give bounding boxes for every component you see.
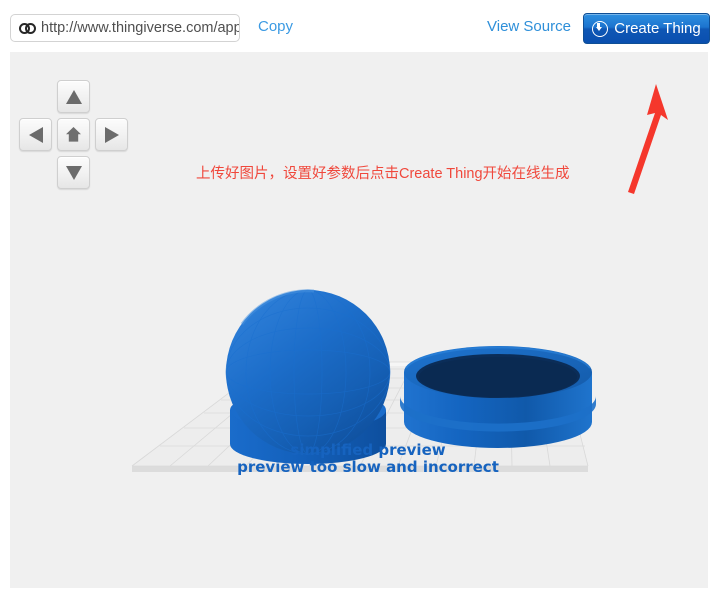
download-circle-icon [592,20,609,37]
triangle-down-icon [66,166,82,180]
sphere-on-cylinder-base [225,289,391,464]
instruction-annotation: 上传好图片，设置好参数后点击Create Thing开始在线生成 [196,166,570,182]
model-viewer-panel[interactable]: 上传好图片，设置好参数后点击Create Thing开始在线生成 simplif… [10,52,708,588]
reset-view-button[interactable] [57,118,90,151]
pan-down-button[interactable] [57,156,90,189]
share-url-field[interactable]: http://www.thingiverse.com/apps [10,14,240,42]
preview-label-line2: preview too slow and incorrect [237,458,499,476]
pan-up-button[interactable] [57,80,90,113]
triangle-up-icon [66,90,82,104]
red-arrow-annotation [628,84,668,194]
pan-right-button[interactable] [95,118,128,151]
view-source-link[interactable]: View Source [487,18,571,36]
open-cylinder-ring [400,346,596,448]
create-thing-label: Create Thing [614,19,701,37]
create-thing-button[interactable]: Create Thing [583,13,710,44]
share-url-value: http://www.thingiverse.com/apps [41,20,240,36]
pan-left-button[interactable] [19,118,52,151]
triangle-right-icon [105,127,119,143]
preview-label-line1: simplified preview [290,441,445,459]
copy-button[interactable]: Copy [258,18,293,36]
top-toolbar: http://www.thingiverse.com/apps Copy Vie… [0,0,718,52]
chain-link-icon [19,22,36,34]
triangle-left-icon [29,127,43,143]
home-icon [66,127,81,142]
three-d-model-canvas[interactable]: simplified preview preview too slow and … [118,280,618,498]
